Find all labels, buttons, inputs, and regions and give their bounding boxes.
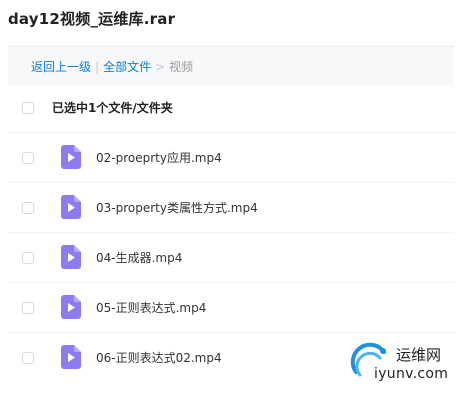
back-link[interactable]: 返回上一级 — [31, 60, 91, 74]
selection-summary: 已选中1个文件/文件夹 — [52, 101, 173, 115]
file-name[interactable]: 05-正则表达式.mp4 — [96, 299, 206, 316]
watermark-name: 运维网 — [396, 346, 442, 364]
file-browser-page: day12视频_运维库.rar 返回上一级 | 全部文件 > 视频 已选中1个文件/文件… — [0, 0, 457, 394]
video-file-icon — [61, 145, 81, 169]
watermark: 运维网 iyunv.com — [350, 342, 454, 388]
file-row[interactable]: 03-property类属性方式.mp4 — [8, 182, 454, 233]
file-name[interactable]: 03-property类属性方式.mp4 — [96, 199, 258, 216]
file-checkbox[interactable] — [22, 352, 34, 364]
file-row[interactable]: 05-正则表达式.mp4 — [8, 282, 454, 333]
video-file-icon — [61, 195, 81, 219]
breadcrumb: 返回上一级 | 全部文件 > 视频 — [8, 46, 454, 85]
watermark-domain: iyunv.com — [374, 366, 449, 382]
current-folder: 视频 — [169, 60, 194, 74]
video-file-icon — [61, 245, 81, 269]
file-checkbox[interactable] — [22, 302, 34, 314]
file-name[interactable]: 06-正则表达式02.mp4 — [96, 349, 222, 366]
all-files-link[interactable]: 全部文件 — [103, 60, 151, 74]
file-name[interactable]: 04-生成器.mp4 — [96, 249, 182, 266]
file-checkbox[interactable] — [22, 152, 34, 164]
breadcrumb-items: 返回上一级 | 全部文件 > 视频 — [31, 58, 193, 75]
file-row[interactable]: 02-proeprty应用.mp4 — [8, 132, 454, 183]
file-checkbox[interactable] — [22, 252, 34, 264]
video-file-icon — [61, 295, 81, 319]
select-all-checkbox[interactable] — [22, 102, 34, 114]
breadcrumb-chevron: > — [155, 60, 166, 74]
file-name[interactable]: 02-proeprty应用.mp4 — [96, 149, 222, 166]
selection-header: 已选中1个文件/文件夹 — [8, 84, 454, 130]
file-row[interactable]: 04-生成器.mp4 — [8, 232, 454, 283]
file-checkbox[interactable] — [22, 202, 34, 214]
video-file-icon — [61, 345, 81, 369]
archive-title: day12视频_运维库.rar — [8, 10, 176, 28]
breadcrumb-divider: | — [95, 60, 100, 74]
